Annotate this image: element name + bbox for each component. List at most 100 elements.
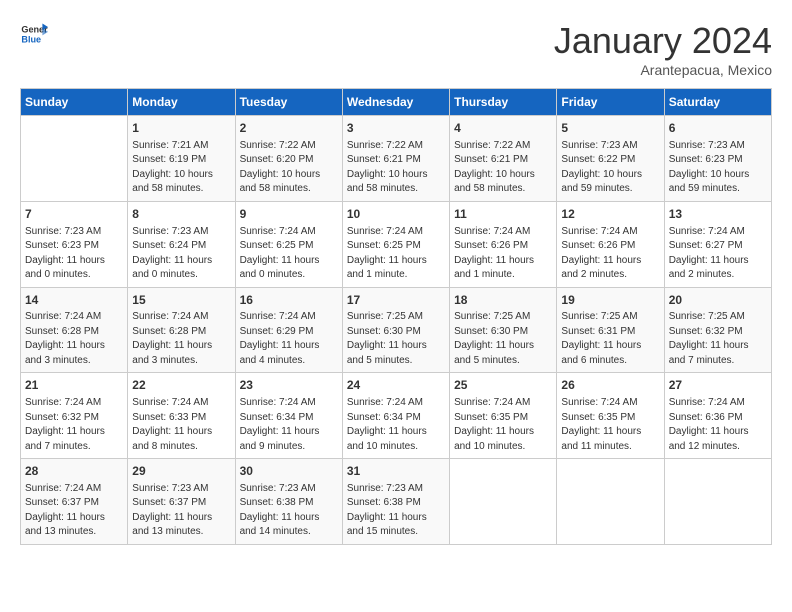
day-number: 20 (669, 292, 767, 309)
month-title: January 2024 (554, 20, 772, 62)
calendar-header-row: SundayMondayTuesdayWednesdayThursdayFrid… (21, 89, 772, 116)
calendar-cell: 30 Sunrise: 7:23 AM Sunset: 6:38 PM Dayli… (235, 459, 342, 545)
header: General Blue January 2024 Arantepacua, M… (20, 20, 772, 78)
calendar-cell: 9 Sunrise: 7:24 AM Sunset: 6:25 PM Daylig… (235, 201, 342, 287)
calendar-cell: 12 Sunrise: 7:24 AM Sunset: 6:26 PM Dayli… (557, 201, 664, 287)
calendar-cell: 29Sunrise: 7:23 AM Sunset: 6:37 PM Dayli… (128, 459, 235, 545)
day-number: 5 (561, 120, 659, 137)
calendar-cell: 19Sunrise: 7:25 AM Sunset: 6:31 PM Dayli… (557, 287, 664, 373)
day-info: Sunrise: 7:24 AM Sunset: 6:29 PM Dayligh… (240, 310, 338, 368)
calendar-cell (450, 459, 557, 545)
day-header-saturday: Saturday (664, 89, 771, 116)
day-number: 1 (132, 120, 230, 137)
calendar-cell: 21Sunrise: 7:24 AM Sunset: 6:32 PM Dayli… (21, 373, 128, 459)
day-number: 4 (454, 120, 552, 137)
day-number: 3 (347, 120, 445, 137)
calendar-cell: 18Sunrise: 7:25 AM Sunset: 6:30 PM Dayli… (450, 287, 557, 373)
day-info: Sunrise: 7:22 AM Sunset: 6:21 PM Dayligh… (454, 139, 552, 197)
calendar-cell: 10Sunrise: 7:24 AM Sunset: 6:25 PM Dayli… (342, 201, 449, 287)
week-row-1: 1 Sunrise: 7:21 AM Sunset: 6:19 PM Daylig… (21, 116, 772, 202)
calendar-cell: 8Sunrise: 7:23 AM Sunset: 6:24 PM Daylig… (128, 201, 235, 287)
calendar-cell: 28 Sunrise: 7:24 AM Sunset: 6:37 PM Dayli… (21, 459, 128, 545)
calendar-cell: 1 Sunrise: 7:21 AM Sunset: 6:19 PM Daylig… (128, 116, 235, 202)
day-number: 18 (454, 292, 552, 309)
day-info: Sunrise: 7:24 AM Sunset: 6:34 PM Dayligh… (347, 396, 445, 454)
day-info: Sunrise: 7:23 AM Sunset: 6:38 PM Dayligh… (240, 482, 338, 540)
calendar-cell: 13Sunrise: 7:24 AM Sunset: 6:27 PM Dayli… (664, 201, 771, 287)
day-number: 13 (669, 206, 767, 223)
day-number: 26 (561, 377, 659, 394)
day-info: Sunrise: 7:25 AM Sunset: 6:30 PM Dayligh… (454, 310, 552, 368)
calendar-cell: 5 Sunrise: 7:23 AM Sunset: 6:22 PM Daylig… (557, 116, 664, 202)
day-number: 23 (240, 377, 338, 394)
day-info: Sunrise: 7:24 AM Sunset: 6:37 PM Dayligh… (25, 482, 123, 540)
calendar-cell (21, 116, 128, 202)
day-info: Sunrise: 7:25 AM Sunset: 6:32 PM Dayligh… (669, 310, 767, 368)
svg-text:Blue: Blue (21, 34, 41, 44)
day-info: Sunrise: 7:23 AM Sunset: 6:23 PM Dayligh… (669, 139, 767, 197)
subtitle: Arantepacua, Mexico (554, 62, 772, 78)
day-info: Sunrise: 7:24 AM Sunset: 6:26 PM Dayligh… (561, 225, 659, 283)
day-header-friday: Friday (557, 89, 664, 116)
title-area: January 2024 Arantepacua, Mexico (554, 20, 772, 78)
day-number: 31 (347, 463, 445, 480)
day-number: 27 (669, 377, 767, 394)
day-number: 16 (240, 292, 338, 309)
day-number: 17 (347, 292, 445, 309)
day-info: Sunrise: 7:24 AM Sunset: 6:36 PM Dayligh… (669, 396, 767, 454)
day-info: Sunrise: 7:23 AM Sunset: 6:37 PM Dayligh… (132, 482, 230, 540)
day-number: 25 (454, 377, 552, 394)
calendar-cell (557, 459, 664, 545)
calendar-cell: 3 Sunrise: 7:22 AM Sunset: 6:21 PM Daylig… (342, 116, 449, 202)
day-number: 30 (240, 463, 338, 480)
calendar-cell: 6 Sunrise: 7:23 AM Sunset: 6:23 PM Daylig… (664, 116, 771, 202)
calendar-cell: 31 Sunrise: 7:23 AM Sunset: 6:38 PM Dayli… (342, 459, 449, 545)
day-number: 14 (25, 292, 123, 309)
calendar-cell: 24 Sunrise: 7:24 AM Sunset: 6:34 PM Dayli… (342, 373, 449, 459)
day-info: Sunrise: 7:21 AM Sunset: 6:19 PM Dayligh… (132, 139, 230, 197)
calendar-body: 1 Sunrise: 7:21 AM Sunset: 6:19 PM Daylig… (21, 116, 772, 545)
calendar-table: SundayMondayTuesdayWednesdayThursdayFrid… (20, 88, 772, 545)
calendar-cell: 2Sunrise: 7:22 AM Sunset: 6:20 PM Daylig… (235, 116, 342, 202)
day-info: Sunrise: 7:24 AM Sunset: 6:26 PM Dayligh… (454, 225, 552, 283)
day-info: Sunrise: 7:25 AM Sunset: 6:31 PM Dayligh… (561, 310, 659, 368)
day-info: Sunrise: 7:23 AM Sunset: 6:22 PM Dayligh… (561, 139, 659, 197)
logo-icon: General Blue (20, 20, 48, 48)
day-number: 28 (25, 463, 123, 480)
calendar-cell: 17Sunrise: 7:25 AM Sunset: 6:30 PM Dayli… (342, 287, 449, 373)
day-info: Sunrise: 7:24 AM Sunset: 6:28 PM Dayligh… (25, 310, 123, 368)
day-header-sunday: Sunday (21, 89, 128, 116)
day-info: Sunrise: 7:22 AM Sunset: 6:21 PM Dayligh… (347, 139, 445, 197)
week-row-5: 28 Sunrise: 7:24 AM Sunset: 6:37 PM Dayli… (21, 459, 772, 545)
day-number: 19 (561, 292, 659, 309)
day-number: 9 (240, 206, 338, 223)
day-header-tuesday: Tuesday (235, 89, 342, 116)
day-number: 6 (669, 120, 767, 137)
calendar-cell: 26Sunrise: 7:24 AM Sunset: 6:35 PM Dayli… (557, 373, 664, 459)
calendar-cell: 7Sunrise: 7:23 AM Sunset: 6:23 PM Daylig… (21, 201, 128, 287)
calendar-cell: 11 Sunrise: 7:24 AM Sunset: 6:26 PM Dayli… (450, 201, 557, 287)
week-row-4: 21Sunrise: 7:24 AM Sunset: 6:32 PM Dayli… (21, 373, 772, 459)
calendar-cell: 14Sunrise: 7:24 AM Sunset: 6:28 PM Dayli… (21, 287, 128, 373)
calendar-cell: 16Sunrise: 7:24 AM Sunset: 6:29 PM Dayli… (235, 287, 342, 373)
calendar-cell: 22Sunrise: 7:24 AM Sunset: 6:33 PM Dayli… (128, 373, 235, 459)
day-info: Sunrise: 7:24 AM Sunset: 6:34 PM Dayligh… (240, 396, 338, 454)
logo: General Blue (20, 20, 48, 48)
day-number: 24 (347, 377, 445, 394)
calendar-cell: 15Sunrise: 7:24 AM Sunset: 6:28 PM Dayli… (128, 287, 235, 373)
calendar-cell (664, 459, 771, 545)
day-number: 8 (132, 206, 230, 223)
day-info: Sunrise: 7:24 AM Sunset: 6:35 PM Dayligh… (454, 396, 552, 454)
week-row-2: 7Sunrise: 7:23 AM Sunset: 6:23 PM Daylig… (21, 201, 772, 287)
day-info: Sunrise: 7:24 AM Sunset: 6:25 PM Dayligh… (240, 225, 338, 283)
day-header-wednesday: Wednesday (342, 89, 449, 116)
day-number: 11 (454, 206, 552, 223)
calendar-cell: 20Sunrise: 7:25 AM Sunset: 6:32 PM Dayli… (664, 287, 771, 373)
day-info: Sunrise: 7:24 AM Sunset: 6:25 PM Dayligh… (347, 225, 445, 283)
day-info: Sunrise: 7:24 AM Sunset: 6:28 PM Dayligh… (132, 310, 230, 368)
day-number: 7 (25, 206, 123, 223)
day-info: Sunrise: 7:23 AM Sunset: 6:38 PM Dayligh… (347, 482, 445, 540)
day-number: 12 (561, 206, 659, 223)
day-info: Sunrise: 7:25 AM Sunset: 6:30 PM Dayligh… (347, 310, 445, 368)
calendar-cell: 23 Sunrise: 7:24 AM Sunset: 6:34 PM Dayli… (235, 373, 342, 459)
